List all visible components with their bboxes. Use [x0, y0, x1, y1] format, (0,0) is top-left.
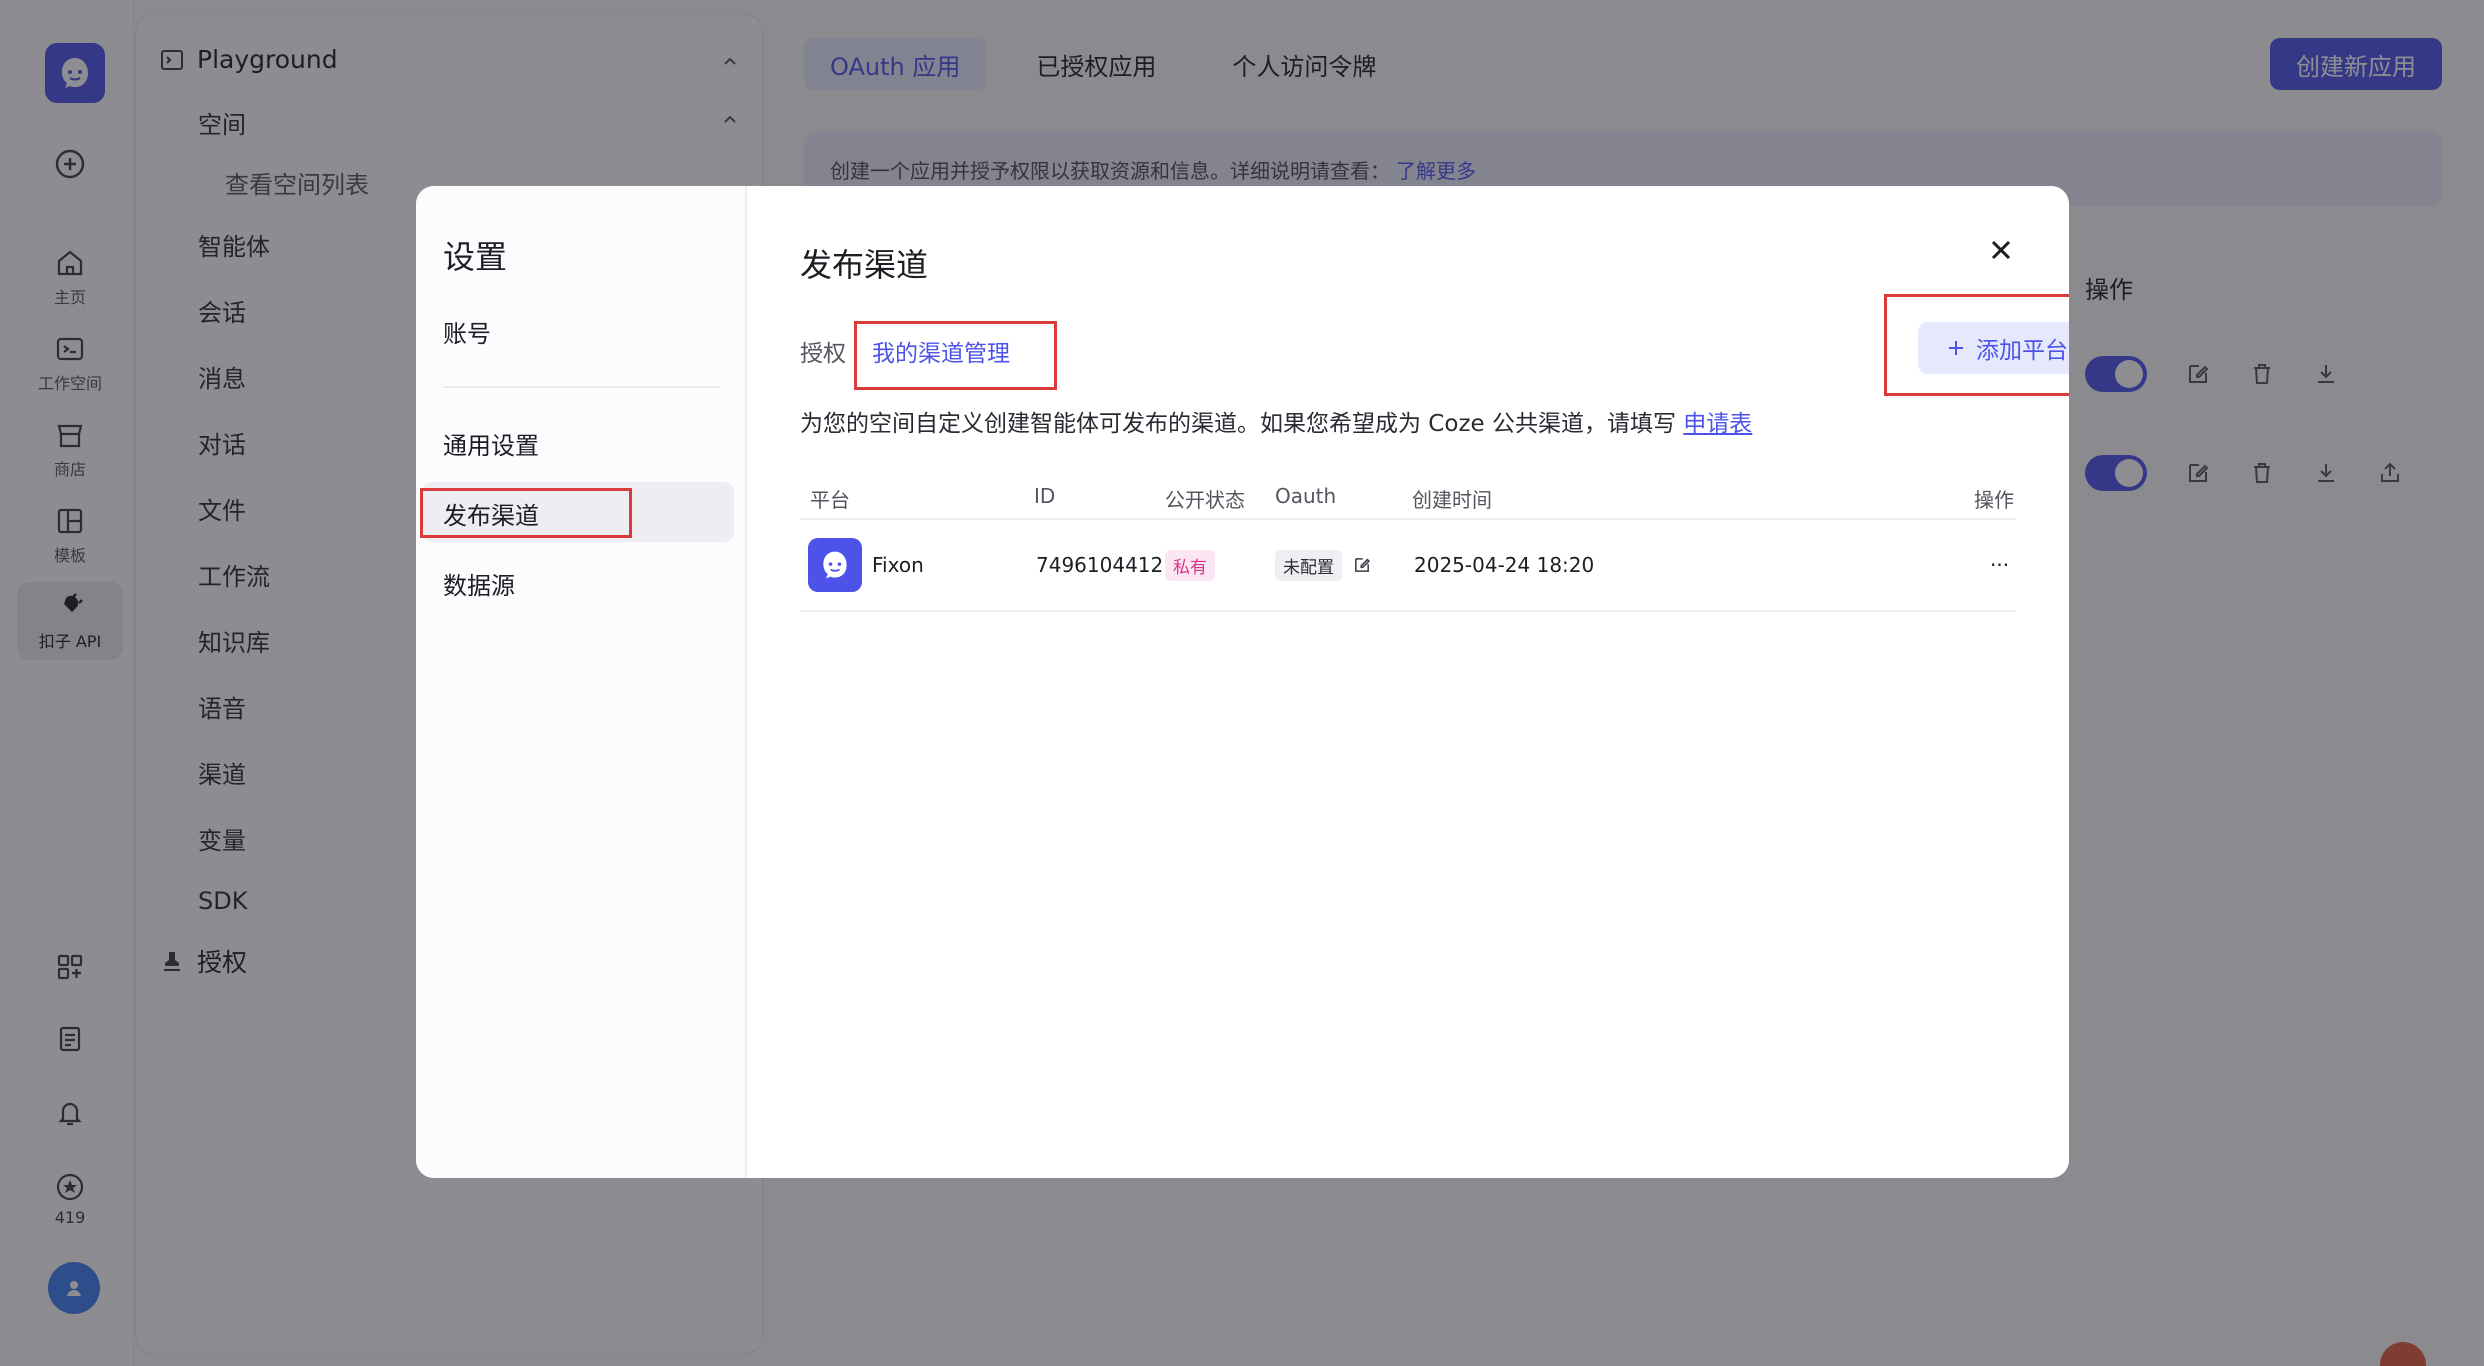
- add-platform-label: 添加平台: [1976, 338, 2068, 364]
- settings-modal: 设置 账号 通用设置 发布渠道 数据源 发布渠道 授权 我的渠道管理 添加平台 …: [416, 186, 2069, 1178]
- col-id: ID: [1034, 484, 1056, 508]
- status-badge: 私有: [1165, 549, 1215, 581]
- more-actions-label: ···: [1990, 553, 2010, 577]
- panel-title: 发布渠道: [800, 246, 929, 284]
- oauth-badge: 未配置: [1275, 549, 1342, 581]
- add-platform-button[interactable]: 添加平台: [1918, 322, 2069, 374]
- col-created: 创建时间: [1412, 488, 1492, 512]
- more-actions-icon[interactable]: ···: [1990, 520, 2009, 610]
- settings-nav-general[interactable]: 通用设置: [443, 426, 539, 461]
- close-icon: [1991, 240, 2011, 260]
- settings-nav-account[interactable]: 账号: [443, 314, 491, 349]
- panel-description: 为您的空间自定义创建智能体可发布的渠道。如果您希望成为 Coze 公共渠道，请填…: [800, 404, 1752, 438]
- col-oauth: Oauth: [1275, 484, 1337, 508]
- settings-nav-datasource[interactable]: 数据源: [443, 566, 515, 601]
- apply-form-link[interactable]: 申请表: [1683, 411, 1752, 437]
- oauth-cell: 未配置: [1275, 520, 1372, 610]
- created-time: 2025-04-24 18:20: [1414, 553, 1595, 577]
- edit-icon[interactable]: [1352, 555, 1372, 575]
- status-cell: 私有: [1165, 520, 1215, 610]
- platform-logo: [808, 538, 862, 592]
- subtab-auth[interactable]: 授权: [800, 334, 846, 368]
- divider: [443, 386, 719, 388]
- description-text: 为您的空间自定义创建智能体可发布的渠道。如果您希望成为 Coze 公共渠道，请填…: [800, 411, 1676, 437]
- col-platform: 平台: [810, 488, 850, 512]
- plus-icon: [1949, 341, 1963, 355]
- platform-cell: Fixon: [808, 520, 924, 610]
- table-header: 平台 ID 公开状态 Oauth 创建时间 操作: [800, 476, 2016, 518]
- table-row: Fixon 7496104412··· 私有 未配置 2025-04-24 18…: [800, 520, 2016, 610]
- mascot-icon: [823, 551, 847, 579]
- col-status: 公开状态: [1165, 488, 1245, 512]
- platform-id: 7496104412···: [1036, 553, 1183, 577]
- col-ops: 操作: [1974, 488, 2014, 512]
- created-cell: 2025-04-24 18:20: [1414, 520, 1594, 610]
- settings-sidebar: 设置 账号 通用设置 发布渠道 数据源: [416, 186, 747, 1178]
- settings-nav-publish[interactable]: 发布渠道: [443, 496, 539, 531]
- platform-name: Fixon: [872, 553, 924, 577]
- settings-title: 设置: [443, 238, 508, 276]
- highlight-box: [854, 321, 1057, 390]
- divider: [800, 610, 2016, 612]
- close-button[interactable]: [1981, 230, 2021, 270]
- settings-panel: 发布渠道 授权 我的渠道管理 添加平台 为您的空间自定义创建智能体可发布的渠道。…: [747, 186, 2069, 1178]
